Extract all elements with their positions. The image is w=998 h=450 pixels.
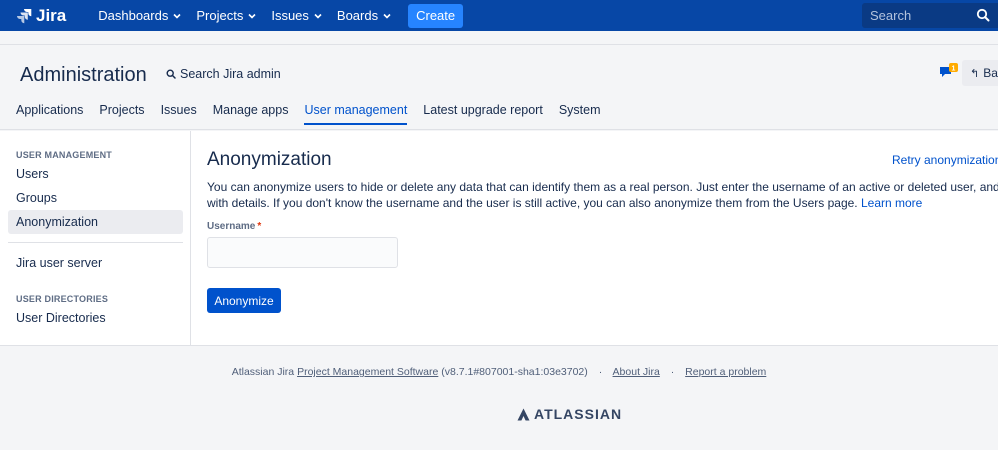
back-arrow-icon: ↰ [970,67,980,80]
jira-logo-icon [17,8,32,23]
footer-about-link[interactable]: About Jira [613,366,660,378]
username-label: Username * [207,221,261,232]
global-search-input[interactable] [862,8,966,23]
footer: Atlassian Jira Project Management Softwa… [0,366,998,378]
nav-dashboards[interactable]: Dashboards [98,0,182,31]
admin-tabs: Applications Projects Issues Manage apps… [16,103,617,125]
learn-more-link[interactable]: Learn more [861,196,922,210]
chevron-down-icon [248,13,256,19]
description-line-2: with details. If you don't know the user… [207,195,998,211]
jira-logo[interactable]: Jira [16,0,66,31]
sidebar: USER MANAGEMENT Users Groups Anonymizati… [0,131,191,346]
footer-separator: · [598,366,603,378]
sidebar-item-anonymization[interactable]: Anonymization [8,210,183,234]
search-icon[interactable] [976,8,990,22]
tab-manage-apps[interactable]: Manage apps [213,103,289,125]
tab-user-management[interactable]: User management [304,103,408,125]
sidebar-item-users[interactable]: Users [8,162,183,186]
chevron-down-icon [173,13,181,19]
footer-report-link[interactable]: Report a problem [685,366,766,378]
description-line-1: You can anonymize users to hide or delet… [207,180,998,194]
sidebar-item-user-directories[interactable]: User Directories [8,306,183,330]
search-jira-admin-link[interactable]: Search Jira admin [166,67,281,81]
jira-logo-text: Jira [36,5,67,25]
search-jira-admin-label: Search Jira admin [180,67,281,81]
content-area: Anonymization Retry anonymization You ca… [207,131,998,346]
back-button[interactable]: ↰ Bac [962,60,998,86]
nav-projects-label: Projects [196,8,244,23]
atlassian-brand-text: ATLASSIAN [534,406,623,422]
footer-separator: · [670,366,675,378]
nav-issues-label: Issues [271,8,309,23]
sidebar-divider [8,242,183,243]
chevron-down-icon [314,13,322,19]
atlassian-logo-icon [517,408,530,420]
anonymize-button[interactable]: Anonymize [207,288,281,313]
sidebar-heading-user-management: USER MANAGEMENT [16,150,113,160]
tab-applications[interactable]: Applications [16,103,83,125]
description: You can anonymize users to hide or delet… [207,179,998,211]
sidebar-heading-user-directories: USER DIRECTORIES [16,294,109,304]
description-line-2-text: with details. If you don't know the user… [207,196,858,210]
nav-projects[interactable]: Projects [196,0,257,31]
tab-issues[interactable]: Issues [161,103,197,125]
footer-prefix: Atlassian Jira [231,366,295,378]
retry-anonymization-link[interactable]: Retry anonymization [892,153,998,167]
global-search [862,3,998,28]
atlassian-brand: ATLASSIAN [517,406,622,422]
notification-icon[interactable]: 1 [939,63,959,81]
main-panel: USER MANAGEMENT Users Groups Anonymizati… [0,131,998,346]
search-icon [166,69,176,79]
admin-header: Administration Search Jira admin 1 ↰ Bac… [0,44,998,130]
footer-version: (v8.7.1#807001-sha1:03e3702) [441,366,588,378]
nav-issues[interactable]: Issues [271,0,323,31]
tab-latest-upgrade-report[interactable]: Latest upgrade report [423,103,543,125]
back-button-label: Bac [983,66,998,80]
nav-dashboards-label: Dashboards [98,8,169,23]
nav-boards[interactable]: Boards [337,0,392,31]
tab-system[interactable]: System [559,103,601,125]
page-title: Administration [20,64,147,86]
footer-product-link[interactable]: Project Management Software [297,366,438,378]
sidebar-item-groups[interactable]: Groups [8,186,183,210]
username-label-text: Username [207,221,256,232]
anonymization-title: Anonymization [207,149,332,170]
required-marker: * [257,221,262,232]
nav-boards-label: Boards [336,8,379,23]
sidebar-item-jira-user-server[interactable]: Jira user server [8,251,183,275]
top-navigation-bar: Jira Dashboards Projects Issues Boards C… [0,0,998,31]
chevron-down-icon [383,13,391,19]
username-input[interactable] [207,237,398,268]
create-button[interactable]: Create [408,3,464,28]
tab-projects[interactable]: Projects [99,103,144,125]
notification-count: 1 [952,65,956,72]
